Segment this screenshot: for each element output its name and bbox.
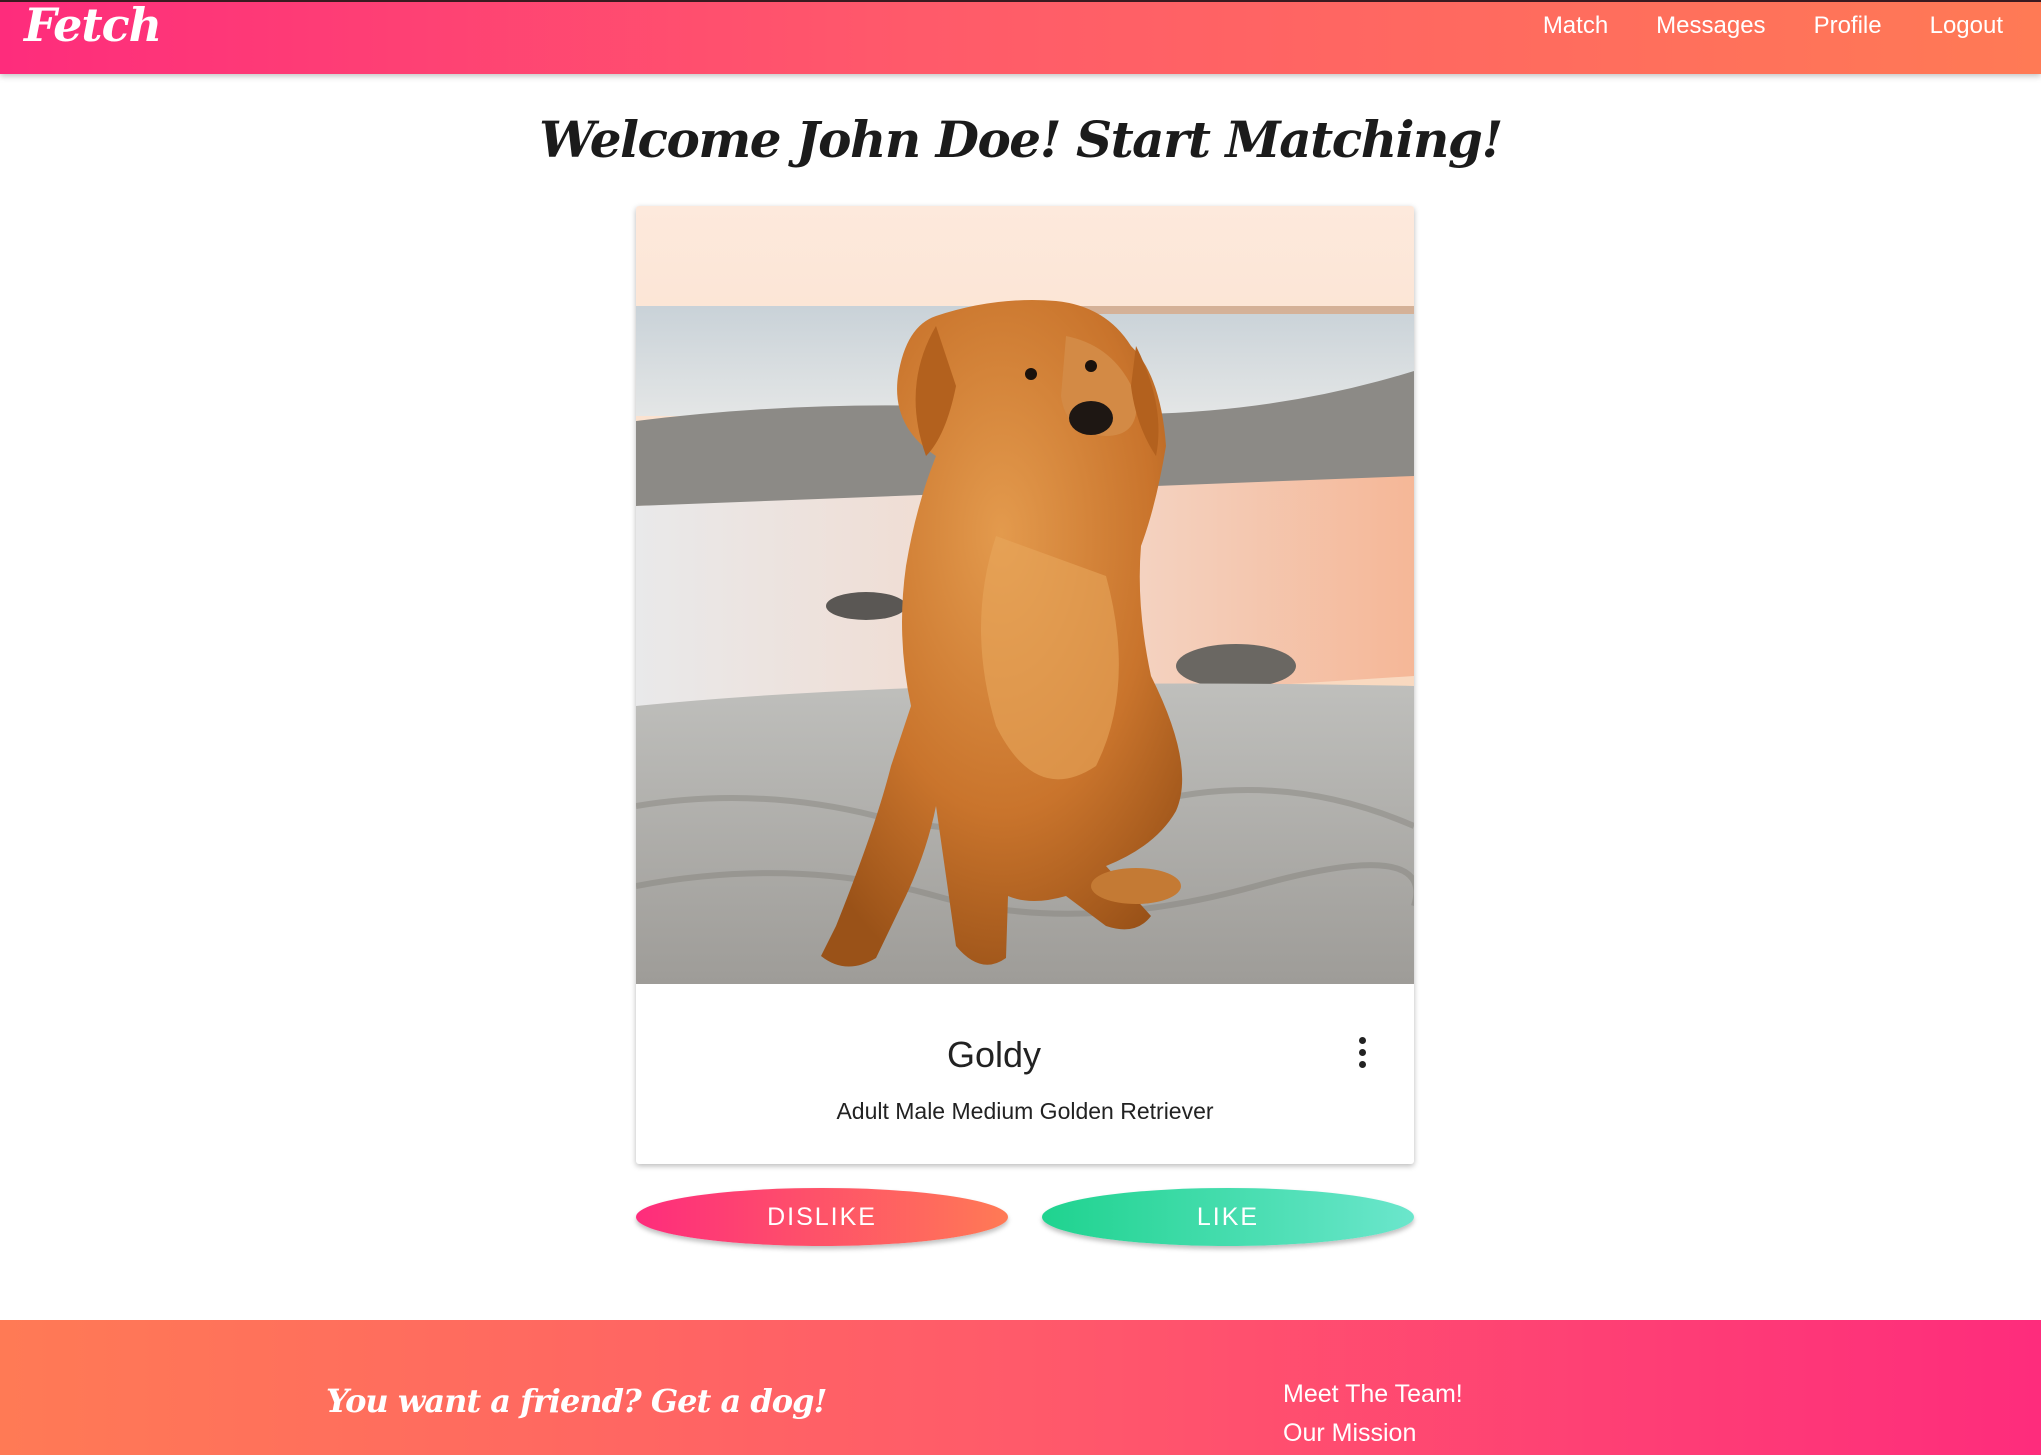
card-body: Goldy Adult Male Medium Golden Retriever <box>636 984 1414 1164</box>
footer-link-meet-team[interactable]: Meet The Team! <box>1283 1380 1463 1409</box>
footer: You want a friend? Get a dog! Meet The T… <box>0 1320 2041 1455</box>
footer-tagline: You want a friend? Get a dog! <box>326 1382 827 1420</box>
dog-name: Goldy <box>946 1034 1042 1075</box>
brand-logo[interactable]: Fetch <box>24 0 162 52</box>
navbar: Fetch Match Messages Profile Logout <box>0 0 2041 74</box>
nav-link-match[interactable]: Match <box>1543 12 1608 40</box>
dislike-button[interactable]: DISLIKE <box>636 1188 1008 1246</box>
nav-link-messages[interactable]: Messages <box>1656 12 1765 40</box>
nav-links: Match Messages Profile Logout <box>1543 12 2003 40</box>
nav-link-profile[interactable]: Profile <box>1814 12 1882 40</box>
more-vert-icon[interactable] <box>1342 1032 1382 1072</box>
nav-link-logout[interactable]: Logout <box>1930 12 2003 40</box>
dog-photo <box>636 206 1414 984</box>
page-title: Welcome John Doe! Start Matching! <box>539 110 1503 169</box>
dog-profile-card: Goldy Adult Male Medium Golden Retriever <box>636 206 1414 1164</box>
like-button[interactable]: LIKE <box>1042 1188 1414 1246</box>
footer-links: Meet The Team! Our Mission <box>1283 1380 1463 1448</box>
dog-description: Adult Male Medium Golden Retriever <box>836 1098 1214 1124</box>
footer-link-our-mission[interactable]: Our Mission <box>1283 1419 1463 1448</box>
